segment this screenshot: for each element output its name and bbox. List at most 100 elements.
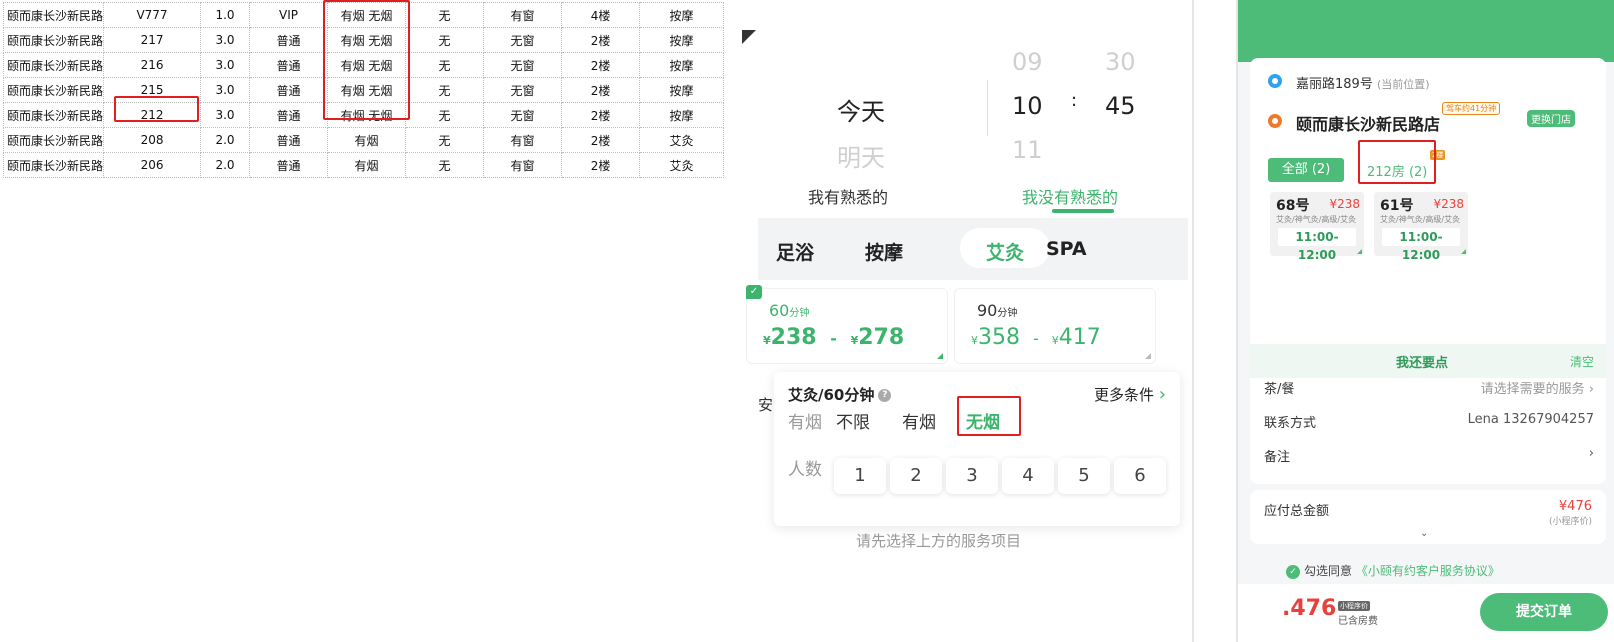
- table-cell[interactable]: 颐而康长沙新民路: [2, 77, 105, 103]
- agreement-row[interactable]: ✓ 勾选同意 《小颐有约客户服务协议》: [1286, 562, 1500, 579]
- table-cell[interactable]: 颐而康长沙新民路: [2, 52, 105, 78]
- technician-desc: 艾灸/神气灸/高级/艾灸: [1380, 215, 1461, 224]
- people-option-2[interactable]: 2: [890, 458, 942, 494]
- table-cell[interactable]: 3.0: [200, 102, 251, 128]
- tab-unfamiliar[interactable]: 我没有熟悉的: [1022, 184, 1118, 208]
- table-cell[interactable]: 2楼: [561, 52, 641, 78]
- table-cell[interactable]: 无: [405, 77, 485, 103]
- minute-prev-option[interactable]: 30: [1105, 48, 1136, 76]
- table-cell[interactable]: 艾灸: [639, 152, 725, 178]
- table-cell[interactable]: 普通: [249, 27, 329, 53]
- tab-familiar[interactable]: 我有熟悉的: [808, 184, 888, 208]
- table-cell[interactable]: 无窗: [483, 52, 563, 78]
- table-cell[interactable]: 3.0: [200, 27, 251, 53]
- hour-next-option[interactable]: 11: [1012, 136, 1043, 164]
- agreement-check-icon[interactable]: ✓: [1286, 564, 1300, 579]
- table-cell[interactable]: 普通: [249, 152, 329, 178]
- table-cell[interactable]: 无: [405, 127, 485, 153]
- table-cell[interactable]: 有窗: [483, 2, 563, 28]
- chevron-down-icon[interactable]: ⌄: [1420, 528, 1428, 539]
- table-cell[interactable]: 颐而康长沙新民路: [2, 152, 105, 178]
- duration-card-90[interactable]: 90分钟 ¥358 - ¥417: [954, 288, 1156, 364]
- switch-store-button[interactable]: 更换门店: [1527, 110, 1575, 127]
- table-cell[interactable]: 颐而康长沙新民路: [2, 27, 105, 53]
- table-cell[interactable]: 206: [103, 152, 202, 178]
- table-cell[interactable]: 按摩: [639, 102, 725, 128]
- more-conditions-button[interactable]: 更多条件 ›: [1094, 384, 1166, 405]
- table-cell[interactable]: 有烟: [327, 152, 407, 178]
- help-icon[interactable]: ?: [878, 389, 892, 402]
- table-cell[interactable]: 208: [103, 127, 202, 153]
- table-cell[interactable]: 无窗: [483, 27, 563, 53]
- technician-card-68[interactable]: 68号 ¥238 艾灸/神气灸/高级/艾灸 11:00-12:00: [1270, 192, 1364, 262]
- table-cell[interactable]: 无: [405, 2, 485, 28]
- table-cell[interactable]: 有窗: [483, 127, 563, 153]
- category-foot-bath[interactable]: 足浴: [776, 238, 814, 265]
- table-cell[interactable]: 有窗: [483, 152, 563, 178]
- smoke-option-any[interactable]: 不限: [836, 408, 870, 433]
- table-cell[interactable]: 216: [103, 52, 202, 78]
- table-cell[interactable]: 无窗: [483, 77, 563, 103]
- table-cell[interactable]: 2.0: [200, 152, 251, 178]
- table-cell[interactable]: 1.0: [200, 2, 251, 28]
- table-cell[interactable]: 2楼: [561, 152, 641, 178]
- agreement-link[interactable]: 《小颐有约客户服务协议》: [1356, 564, 1500, 578]
- day-tomorrow-option[interactable]: 明天: [837, 138, 885, 173]
- people-label: 人数: [788, 460, 822, 480]
- category-massage[interactable]: 按摩: [865, 238, 903, 265]
- people-option-6[interactable]: 6: [1114, 458, 1166, 494]
- table-cell[interactable]: 3.0: [200, 77, 251, 103]
- submit-order-button[interactable]: 提交订单: [1480, 593, 1608, 631]
- table-cell[interactable]: 按摩: [639, 52, 725, 78]
- people-option-4[interactable]: 4: [1002, 458, 1054, 494]
- table-cell[interactable]: 4楼: [561, 2, 641, 28]
- technician-card-61[interactable]: 61号 ¥238 艾灸/神气灸/高级/艾灸 11:00-12:00: [1374, 192, 1468, 262]
- table-cell[interactable]: 颐而康长沙新民路: [2, 102, 105, 128]
- table-cell[interactable]: 无: [405, 102, 485, 128]
- table-cell[interactable]: VIP: [249, 2, 329, 28]
- table-cell[interactable]: 2.0: [200, 127, 251, 153]
- note-row[interactable]: 备注 ›: [1264, 446, 1594, 466]
- duration-card-60[interactable]: 60分钟 ¥238 - ¥278: [746, 288, 948, 364]
- category-spa[interactable]: SPA: [1046, 238, 1087, 260]
- day-today-option[interactable]: 今天: [837, 92, 885, 127]
- table-cell[interactable]: 普通: [249, 52, 329, 78]
- table-cell[interactable]: 有烟: [327, 127, 407, 153]
- table-cell[interactable]: 2楼: [561, 102, 641, 128]
- people-option-3[interactable]: 3: [946, 458, 998, 494]
- table-cell[interactable]: 无: [405, 27, 485, 53]
- contact-row[interactable]: 联系方式 Lena 13267904257: [1264, 412, 1594, 432]
- table-cell[interactable]: 按摩: [639, 77, 725, 103]
- table-cell[interactable]: 艾灸: [639, 127, 725, 153]
- tab-all[interactable]: 全部 (2): [1268, 158, 1344, 182]
- duration-60-label: 60分钟: [769, 301, 810, 320]
- add-more-button[interactable]: 我还要点: [1396, 352, 1448, 371]
- table-cell[interactable]: 普通: [249, 77, 329, 103]
- table-cell[interactable]: 颐而康长沙新民路: [2, 127, 105, 153]
- minute-selected-option[interactable]: 45: [1105, 92, 1136, 120]
- table-cell[interactable]: 2楼: [561, 27, 641, 53]
- people-option-1[interactable]: 1: [834, 458, 886, 494]
- table-cell[interactable]: 无窗: [483, 102, 563, 128]
- table-cell[interactable]: V777: [103, 2, 202, 28]
- tea-meal-row[interactable]: 茶/餐 请选择需要的服务 ›: [1264, 378, 1594, 398]
- table-cell[interactable]: 按摩: [639, 27, 725, 53]
- table-cell[interactable]: 按摩: [639, 2, 725, 28]
- hour-selected-option[interactable]: 10: [1012, 92, 1043, 120]
- category-moxibustion[interactable]: 艾灸: [986, 238, 1024, 265]
- clear-button[interactable]: 清空: [1570, 353, 1594, 370]
- people-option-5[interactable]: 5: [1058, 458, 1110, 494]
- hour-prev-option[interactable]: 09: [1012, 48, 1043, 76]
- table-cell[interactable]: 颐而康长沙新民路: [2, 2, 105, 28]
- smoke-option-smoking[interactable]: 有烟: [902, 408, 936, 433]
- table-cell[interactable]: 普通: [249, 102, 329, 128]
- card-corner-mark: [937, 353, 943, 359]
- table-cell[interactable]: 无: [405, 52, 485, 78]
- table-cell[interactable]: 无: [405, 152, 485, 178]
- table-cell[interactable]: 3.0: [200, 52, 251, 78]
- table-cell[interactable]: 普通: [249, 127, 329, 153]
- table-cell[interactable]: 2楼: [561, 77, 641, 103]
- distance-tag: 驾车约41分钟: [1442, 102, 1501, 115]
- table-cell[interactable]: 217: [103, 27, 202, 53]
- table-cell[interactable]: 2楼: [561, 127, 641, 153]
